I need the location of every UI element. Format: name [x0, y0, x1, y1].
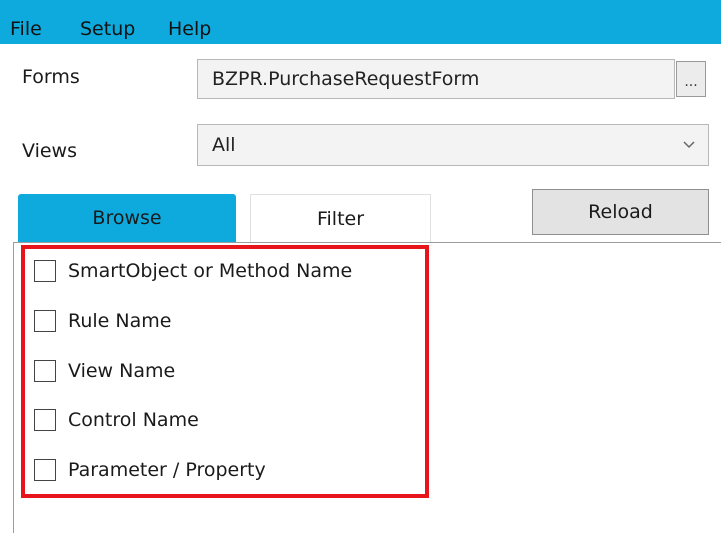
- menu-setup[interactable]: Setup: [80, 18, 135, 40]
- checkbox[interactable]: [34, 260, 56, 282]
- views-select[interactable]: All: [197, 124, 709, 166]
- browse-forms-button[interactable]: ...: [676, 61, 706, 97]
- checkbox-label: SmartObject or Method Name: [68, 260, 353, 282]
- reload-button[interactable]: Reload: [532, 189, 709, 235]
- menu-file[interactable]: File: [10, 18, 42, 40]
- forms-field[interactable]: BZPR.PurchaseRequestForm: [197, 59, 675, 99]
- menu-bar: File Setup Help: [0, 0, 721, 44]
- views-label: Views: [22, 140, 77, 162]
- forms-value: BZPR.PurchaseRequestForm: [212, 68, 480, 90]
- checkbox[interactable]: [34, 360, 56, 382]
- checkbox-label: Control Name: [68, 409, 199, 431]
- checkbox[interactable]: [34, 310, 56, 332]
- filter-control-name[interactable]: Control Name: [34, 407, 199, 433]
- tab-browse[interactable]: Browse: [18, 194, 236, 242]
- filter-rule-name[interactable]: Rule Name: [34, 308, 171, 334]
- menu-help[interactable]: Help: [168, 18, 211, 40]
- chevron-down-icon: [683, 141, 695, 149]
- checkbox-label: Parameter / Property: [68, 459, 266, 481]
- filter-parameter-property[interactable]: Parameter / Property: [34, 457, 266, 483]
- filter-view-name[interactable]: View Name: [34, 358, 175, 384]
- checkbox-label: View Name: [68, 360, 176, 382]
- checkbox-label: Rule Name: [68, 310, 172, 332]
- views-selected-value: All: [212, 134, 236, 156]
- forms-label: Forms: [22, 66, 80, 88]
- checkbox[interactable]: [34, 459, 56, 481]
- filter-smartobject-or-method-name[interactable]: SmartObject or Method Name: [34, 258, 352, 284]
- checkbox[interactable]: [34, 409, 56, 431]
- tab-filter[interactable]: Filter: [250, 194, 431, 242]
